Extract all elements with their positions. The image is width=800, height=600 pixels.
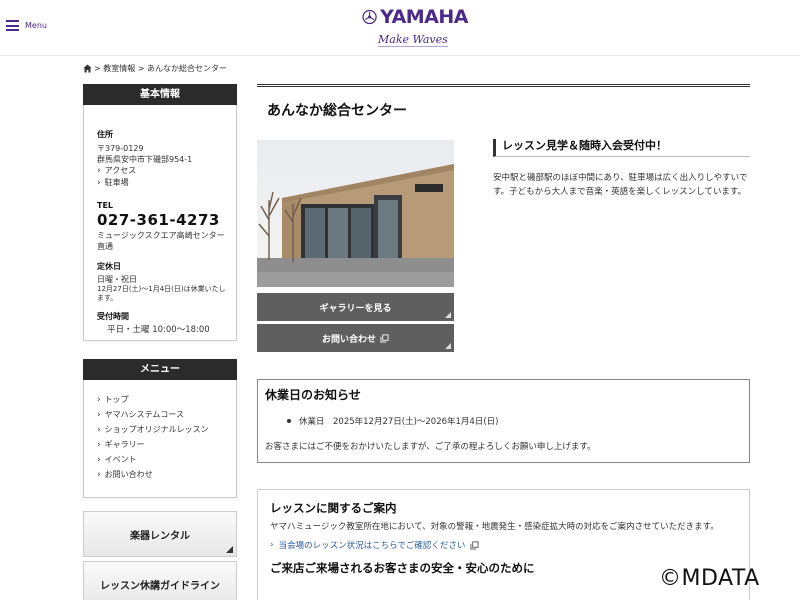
- home-icon[interactable]: [83, 64, 92, 73]
- corner-arrow-icon: [226, 546, 233, 553]
- intro-text: 安中駅と磯部駅のほぼ中間にあり、駐車場は広く出入りしやすいです。子どもから大人ま…: [493, 173, 748, 197]
- breadcrumb-trail[interactable]: > 教室情報 > あんなか総合センター: [94, 63, 227, 74]
- notice-body: お客さまにはご不便をおかけいたしますが、ご了承の程よろしくお願い申し上げます。: [265, 442, 596, 452]
- guide-body: ヤマハミュージック教室所在地において、対象の警報・地震発生・感染症拡大時の対応を…: [270, 522, 719, 532]
- postal-code: 〒379-0129: [97, 144, 144, 153]
- chevron-right-icon: ›: [97, 166, 101, 176]
- instrument-rental-button[interactable]: 楽器レンタル: [83, 511, 237, 557]
- contact-button[interactable]: お問い合わせ: [257, 324, 454, 352]
- business-hours: 平日・土曜 10:00〜18:00: [107, 325, 210, 335]
- notice-title: 休業日のお知らせ: [265, 388, 361, 402]
- yamaha-logo[interactable]: YAMAHA Make Waves: [362, 6, 468, 50]
- logo-tagline: Make Waves: [378, 33, 448, 47]
- menu-box: › トップ › ヤマハシステムコース › ショップオリジナルレッスン › ギャラリー ›…: [83, 380, 237, 498]
- tel-label: TEL: [97, 201, 114, 210]
- lesson-visit-heading: レッスン見学＆随時入会受付中！: [493, 139, 750, 157]
- closed-note: 12月27日(土)〜1月4日(日)は休業いたします。: [97, 285, 226, 302]
- access-link[interactable]: › アクセス: [97, 165, 226, 177]
- address: 群馬県安中市下磯部954-1: [97, 155, 193, 164]
- menu-item-top[interactable]: › トップ: [97, 392, 226, 407]
- chevron-right-icon: ›: [97, 439, 101, 450]
- lesson-status-link[interactable]: › 当会場のレッスン状況はこちらでご確認ください: [270, 539, 737, 551]
- page-title: あんなか総合センター: [267, 103, 407, 119]
- corner-arrow-icon: [445, 343, 451, 349]
- external-link-icon: [470, 540, 479, 550]
- menu-heading: メニュー: [83, 359, 237, 380]
- menu-button[interactable]: Menu: [6, 20, 47, 31]
- tel-number[interactable]: 027-361-4273: [97, 211, 226, 229]
- menu-item-system-course[interactable]: › ヤマハシステムコース: [97, 407, 226, 422]
- logo-text: YAMAHA: [380, 6, 468, 28]
- chevron-right-icon: ›: [97, 178, 101, 188]
- menu-item-original-lesson[interactable]: › ショップオリジナルレッスン: [97, 422, 226, 437]
- sidebar: 基本情報 住所 〒379-0129 群馬県安中市下磯部954-1 › アクセス ›…: [83, 84, 237, 498]
- menu-item-event[interactable]: › イベント: [97, 452, 226, 467]
- building-photo: [257, 140, 454, 287]
- chevron-right-icon: ›: [97, 454, 101, 465]
- external-link-icon: [380, 333, 389, 343]
- menu-label: Menu: [25, 21, 47, 30]
- notice-item: 休業日 2025年12月27日(土)〜2026年1月4日(日): [287, 415, 742, 427]
- closed-days: 日曜・祝日: [97, 275, 137, 284]
- watermark: ©MDATA: [659, 566, 760, 591]
- chevron-right-icon: ›: [97, 394, 101, 405]
- tel-note: ミュージックスクエア高崎センター直通: [97, 231, 225, 251]
- main-content: あんなか総合センター: [257, 84, 750, 128]
- hamburger-icon: [6, 20, 19, 31]
- gallery-button[interactable]: ギャラリーを見る: [257, 293, 454, 321]
- breadcrumb: > 教室情報 > あんなか総合センター: [83, 63, 227, 74]
- site-header: Menu YAMAHA Make Waves: [0, 0, 800, 56]
- chevron-right-icon: ›: [270, 540, 274, 550]
- corner-arrow-icon: [445, 312, 451, 318]
- hours-label: 受付時間: [97, 312, 129, 321]
- holiday-notice: 休業日のお知らせ 休業日 2025年12月27日(土)〜2026年1月4日(日)…: [257, 379, 750, 463]
- bullet-icon: [287, 419, 291, 423]
- closed-label: 定休日: [97, 262, 121, 271]
- chevron-right-icon: ›: [97, 424, 101, 435]
- address-label: 住所: [97, 130, 113, 139]
- tuning-fork-emblem-icon: [362, 9, 377, 25]
- chevron-right-icon: ›: [97, 409, 101, 420]
- parking-link[interactable]: › 駐車場: [97, 177, 226, 189]
- chevron-right-icon: ›: [97, 469, 101, 480]
- lesson-cancel-guideline-button[interactable]: レッスン休講ガイドライン: [83, 561, 237, 600]
- guide-title: レッスンに関するご案内: [270, 501, 397, 515]
- basic-info-box: 住所 〒379-0129 群馬県安中市下磯部954-1 › アクセス › 駐車場 T…: [83, 105, 237, 341]
- menu-item-gallery[interactable]: › ギャラリー: [97, 437, 226, 452]
- page: Menu YAMAHA Make Waves > 教室情報 > あんなか総合セン…: [0, 0, 800, 600]
- menu-item-contact[interactable]: › お問い合わせ: [97, 467, 226, 482]
- basic-info-heading: 基本情報: [83, 84, 237, 105]
